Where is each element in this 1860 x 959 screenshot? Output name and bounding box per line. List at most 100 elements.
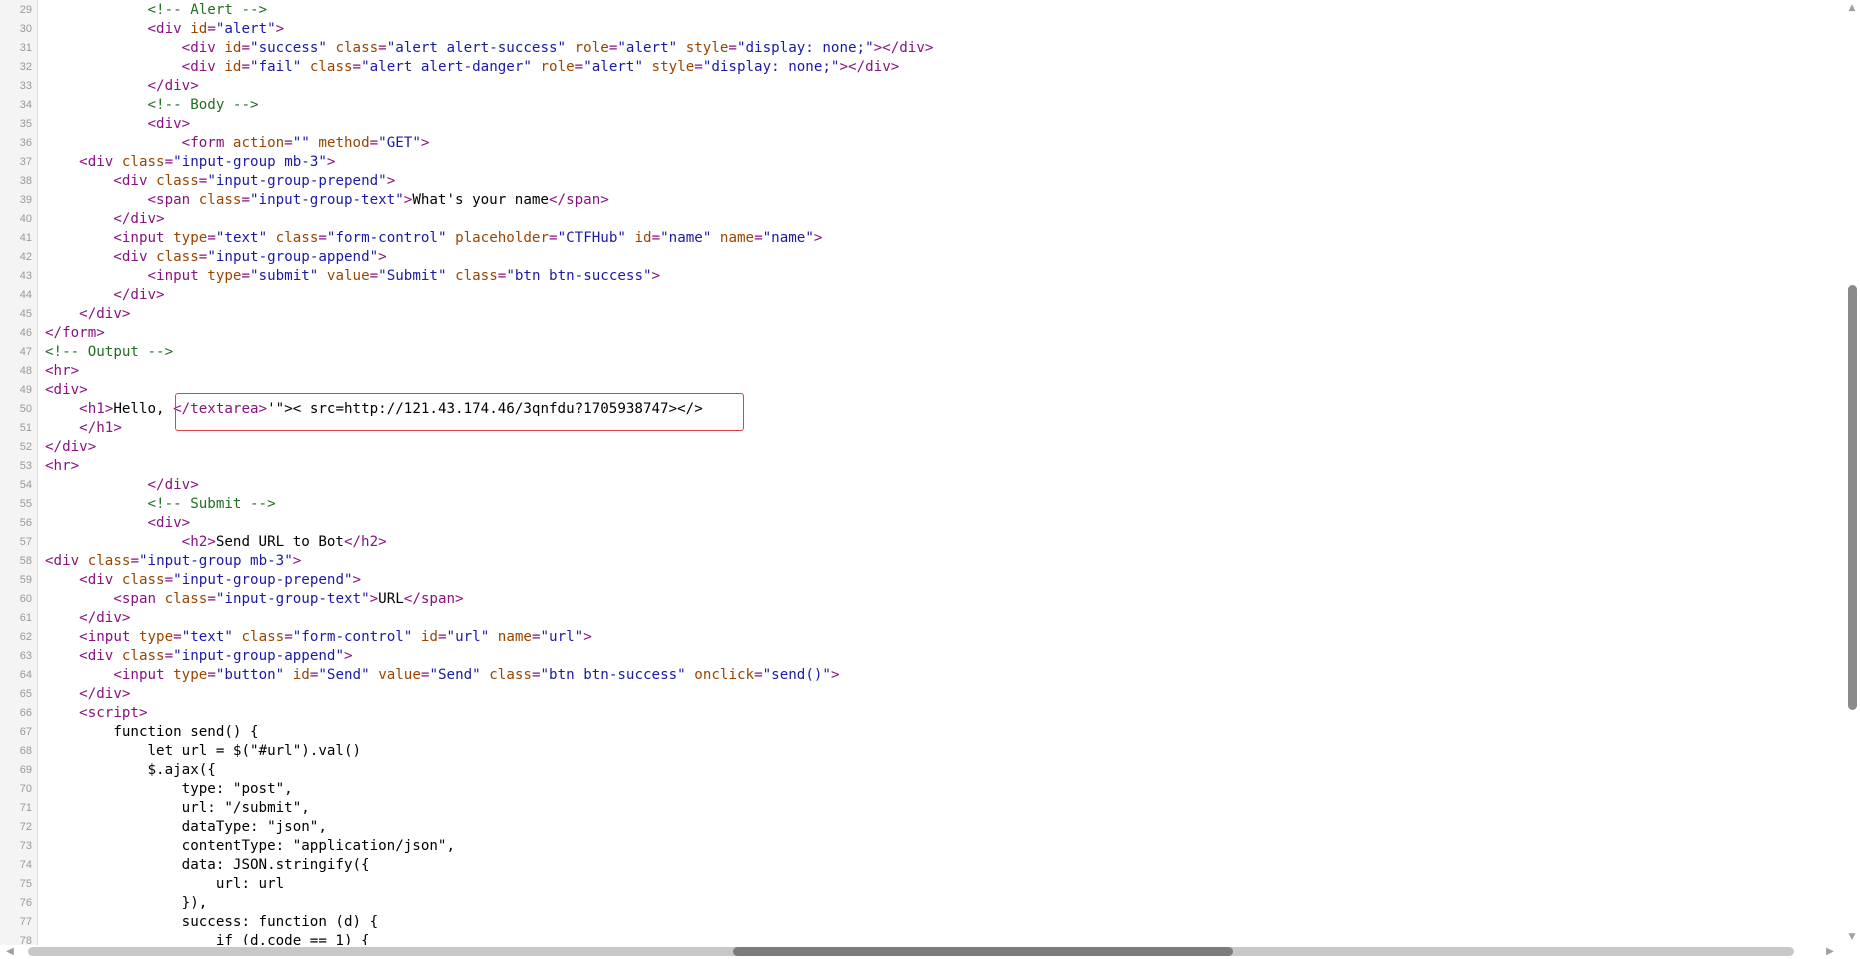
source-line: 57 <h2>Send URL to Bot</h2> <box>0 533 1844 552</box>
line-number: 65 <box>19 688 32 700</box>
vertical-scrollbar[interactable]: ▲ ▼ <box>1844 0 1860 945</box>
html-tag-token: = <box>369 268 379 284</box>
line-code: <div class="input-group-append"> <box>45 248 386 267</box>
line-code: <!-- Body --> <box>45 96 259 115</box>
line-number: 78 <box>19 935 32 945</box>
html-tag-token: = <box>651 230 661 246</box>
source-line: 56 <div> <box>0 514 1844 533</box>
line-code: <div class="input-group-prepend"> <box>45 172 395 191</box>
line-code: <div class="input-group-prepend"> <box>45 571 361 590</box>
attribute-token: class <box>164 591 208 607</box>
line-code: </div> <box>45 609 130 628</box>
html-tag-token <box>447 230 456 246</box>
text-token: URL <box>378 591 404 607</box>
attribute-token: role <box>574 40 609 56</box>
html-tag-token: </form> <box>45 325 105 341</box>
line-code: <div id="fail" class="alert alert-danger… <box>45 58 900 77</box>
line-number: 74 <box>19 859 32 871</box>
line-code: <span class="input-group-text">URL</span… <box>45 590 464 609</box>
html-tag-token: = <box>318 230 327 246</box>
source-line: 33 </div> <box>0 77 1844 96</box>
html-tag-token: = <box>130 553 139 569</box>
attribute-token: id <box>420 629 438 645</box>
line-code: <div> <box>45 381 88 400</box>
line-code: <!-- Alert --> <box>45 1 268 20</box>
html-tag-token <box>489 629 498 645</box>
html-tag-token <box>412 629 421 645</box>
source-line: 59 <div class="input-group-prepend"> <box>0 571 1844 590</box>
attribute-token: class <box>87 553 131 569</box>
line-code: </div> <box>45 210 164 229</box>
html-tag-token: = <box>241 192 251 208</box>
html-tag-token <box>447 268 456 284</box>
source-line: 52 </div> <box>0 438 1844 457</box>
line-code: </form> <box>45 324 105 343</box>
line-number: 52 <box>19 441 32 453</box>
html-tag-token: <input <box>147 268 208 284</box>
line-code: </div> <box>45 305 130 324</box>
html-tag-token: = <box>173 629 182 645</box>
triangle-down-icon[interactable]: ▼ <box>1844 929 1860 945</box>
html-tag-token <box>643 59 652 75</box>
value-token: "alert" <box>617 40 678 56</box>
line-code: </div> <box>45 476 199 495</box>
html-tag-token: = <box>574 59 584 75</box>
html-tag-token: <div> <box>147 116 191 132</box>
triangle-right-icon[interactable]: ▶ <box>1822 945 1838 959</box>
source-line: 67 function send() { <box>0 723 1844 742</box>
html-tag-token: = <box>284 135 293 151</box>
line-number: 75 <box>19 878 32 890</box>
source-line: 76 }), <box>0 894 1844 913</box>
value-token: "Send" <box>429 667 481 683</box>
horizontal-scroll-track[interactable] <box>28 947 1794 956</box>
line-code: let url = $("#url").val() <box>45 742 362 761</box>
value-token: "CTFHub" <box>557 230 626 246</box>
vertical-scroll-thumb[interactable] <box>1848 285 1857 710</box>
attribute-token: value <box>326 268 370 284</box>
html-tag-token: > <box>344 648 353 664</box>
attribute-token: onclick <box>694 667 755 683</box>
html-tag-token: </span> <box>403 591 464 607</box>
line-code: <div class="input-group mb-3"> <box>45 552 301 571</box>
line-number: 59 <box>19 574 32 586</box>
line-number: 43 <box>19 270 32 282</box>
text-token: Hello, <box>113 401 174 417</box>
html-tag-token: > <box>830 667 840 683</box>
line-code: <script> <box>45 704 147 723</box>
line-code: <div> <box>45 514 191 533</box>
value-token: "text" <box>215 230 268 246</box>
line-number: 45 <box>19 308 32 320</box>
line-code: </div> <box>45 286 164 305</box>
value-token: "input-group-text" <box>215 591 370 607</box>
html-tag-token: <form <box>181 135 233 151</box>
html-tag-token: = <box>531 629 541 645</box>
line-code: function send() { <box>45 723 258 742</box>
html-tag-token: = <box>437 629 447 645</box>
source-viewer[interactable]: 29 <!-- Alert --> 30 <div id="alert"> 31 <… <box>0 0 1844 945</box>
line-number: 39 <box>19 194 32 206</box>
line-code: <span class="input-group-text">What's yo… <box>45 191 609 210</box>
comment-token: <!-- Submit --> <box>147 496 276 512</box>
triangle-up-icon[interactable]: ▲ <box>1844 0 1860 16</box>
horizontal-scroll-thumb[interactable] <box>733 947 1233 956</box>
html-tag-token: </div> <box>147 477 199 493</box>
horizontal-scrollbar[interactable]: ◀ ▶ <box>0 945 1860 959</box>
line-number: 69 <box>19 764 32 776</box>
source-line: 43 <input type="submit" value="Submit" c… <box>0 267 1844 286</box>
value-token: "alert" <box>583 59 643 75</box>
source-line: 75 url: url <box>0 875 1844 894</box>
value-token: "Submit" <box>378 268 447 284</box>
highlight-box <box>175 393 744 431</box>
source-line: 68 let url = $("#url").val() <box>0 742 1844 761</box>
triangle-left-icon[interactable]: ◀ <box>2 945 18 959</box>
